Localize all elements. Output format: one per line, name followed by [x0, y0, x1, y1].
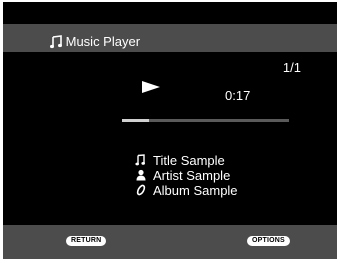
progress-bar [122, 119, 289, 122]
options-button[interactable]: OPTIONS [247, 236, 290, 246]
app-title-text: Music Player [65, 34, 141, 49]
music-note-icon [50, 35, 62, 49]
track-title-row: Title Sample [135, 153, 225, 168]
elapsed-time: 0:17 [225, 88, 251, 103]
track-album: Album Sample [153, 183, 238, 198]
play-icon [142, 81, 160, 93]
header-bar: Music Player [3, 24, 337, 52]
music-note-icon [135, 154, 147, 166]
track-artist-row: Artist Sample [135, 168, 230, 183]
footer-bar: RETURN OPTIONS [3, 225, 337, 259]
track-album-row: Album Sample [135, 183, 238, 198]
track-index: 1/1 [282, 60, 301, 75]
track-artist: Artist Sample [153, 168, 231, 183]
app-title: Music Player [50, 35, 140, 49]
return-button[interactable]: RETURN [66, 236, 107, 246]
person-icon [135, 169, 147, 181]
track-title: Title Sample [153, 153, 225, 168]
music-player-screen: Music Player 1/1 0:17 Title Sample Artis… [3, 2, 337, 259]
progress-fill [122, 119, 149, 122]
disc-icon [135, 184, 147, 196]
